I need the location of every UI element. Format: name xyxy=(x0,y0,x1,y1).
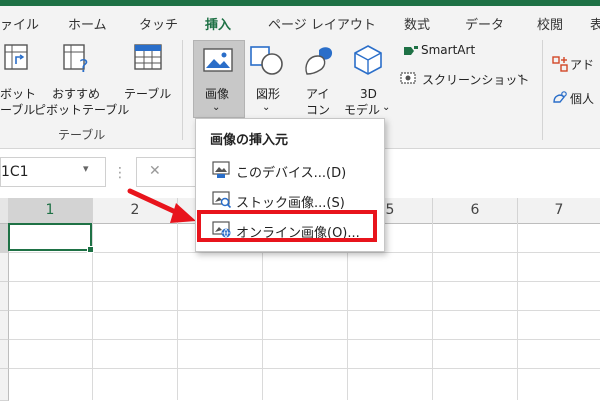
menu-item-label: ストック画像...(S) xyxy=(236,196,345,211)
row-gridline xyxy=(9,252,600,253)
row-header[interactable] xyxy=(0,253,9,282)
smartart-icon xyxy=(404,46,418,55)
pivot-table-label-1: ボット xyxy=(0,87,37,101)
3d-model-label-1: 3D xyxy=(360,87,377,101)
column-header[interactable]: 6 xyxy=(433,198,518,224)
screenshot-dropdown-chevron-icon: ⌄ xyxy=(516,69,525,80)
tab-page-layout[interactable]: ページ レイアウト xyxy=(268,14,376,33)
active-cell[interactable] xyxy=(8,223,94,253)
column-gridline xyxy=(432,223,433,400)
column-gridline xyxy=(517,223,518,400)
menu-item-this-device[interactable]: このデバイス...(D) xyxy=(204,157,376,183)
icons-label-1: アイ xyxy=(306,87,330,101)
column-gridline xyxy=(177,223,178,400)
group-separator xyxy=(182,40,183,140)
tab-view[interactable]: 表 xyxy=(590,14,600,33)
icons-label-2: コン xyxy=(306,103,331,117)
pivot-table-icon[interactable] xyxy=(4,44,30,72)
menu-item-label: このデバイス...(D) xyxy=(236,166,347,181)
addin-icon xyxy=(552,56,568,72)
red-arrow-annotation xyxy=(127,188,196,223)
3d-model-label-2: モデル xyxy=(344,103,381,117)
row-header[interactable] xyxy=(0,282,9,311)
svg-text:?: ? xyxy=(79,56,89,74)
column-header[interactable]: 1 xyxy=(8,198,93,225)
tab-home[interactable]: ホーム xyxy=(68,14,107,33)
recommended-pivot-icon[interactable]: ? xyxy=(62,44,92,74)
screenshot-icon xyxy=(400,72,416,84)
group-separator-2 xyxy=(542,40,543,140)
fill-handle[interactable] xyxy=(87,246,94,253)
group-tables-label: テーブル xyxy=(58,128,106,142)
tab-touch[interactable]: タッチ xyxy=(139,14,178,33)
table-label: テーブル xyxy=(124,87,172,101)
icons-icon[interactable] xyxy=(302,44,336,78)
shapes-icon[interactable] xyxy=(250,46,284,76)
name-box-dropdown-icon: ▾ xyxy=(83,162,89,175)
stock-image-icon xyxy=(212,191,232,209)
menu-header: 画像の挿入元 xyxy=(210,133,289,148)
table-icon[interactable] xyxy=(134,44,162,72)
pivot-table-label-2: ーブル xyxy=(0,103,36,117)
shapes-dropdown-chevron-icon: ⌄ xyxy=(262,102,271,113)
cancel-icon[interactable]: ✕ xyxy=(149,163,161,179)
row-gridline xyxy=(9,368,600,369)
tab-insert[interactable]: 挿入 xyxy=(205,14,231,33)
column-header[interactable]: 7 xyxy=(518,198,600,224)
addin-button[interactable]: アド xyxy=(570,56,594,73)
personal-addin-icon xyxy=(553,91,567,103)
row-gridline xyxy=(9,339,600,340)
row-gridline xyxy=(9,310,600,311)
3d-model-icon[interactable] xyxy=(352,44,384,76)
row-header[interactable] xyxy=(0,340,9,369)
formula-bar-splitter-icon: ⋮ xyxy=(113,165,127,181)
recommended-pivot-label-1: おすすめ xyxy=(52,87,101,101)
tab-formulas[interactable]: 数式 xyxy=(404,14,430,33)
tab-review[interactable]: 校閲 xyxy=(537,14,563,33)
name-box[interactable]: 1C1 ▾ xyxy=(0,157,106,187)
row-header[interactable] xyxy=(0,369,9,401)
highlight-annotation-box xyxy=(197,210,377,242)
device-image-icon xyxy=(212,161,230,178)
smartart-button[interactable]: SmartArt xyxy=(421,43,475,57)
image-icon xyxy=(203,48,233,72)
screenshot-button[interactable]: スクリーンショット xyxy=(422,71,529,88)
personal-addin-button[interactable]: 個人 xyxy=(570,90,594,107)
ribbon-tab-bar: ァイル ホーム タッチ 挿入 ページ レイアウト 数式 データ 校閲 表 xyxy=(0,6,600,40)
row-header[interactable] xyxy=(0,311,9,340)
name-box-value: 1C1 xyxy=(1,164,29,180)
row-gridline xyxy=(9,281,600,282)
3d-model-dropdown-chevron-icon: ⌄ xyxy=(382,102,391,113)
tab-file[interactable]: ァイル xyxy=(0,14,39,33)
image-dropdown-chevron-icon: ⌄ xyxy=(212,102,221,113)
recommended-pivot-label-2: ピボットテーブル xyxy=(34,103,130,117)
tab-data[interactable]: データ xyxy=(465,14,504,33)
